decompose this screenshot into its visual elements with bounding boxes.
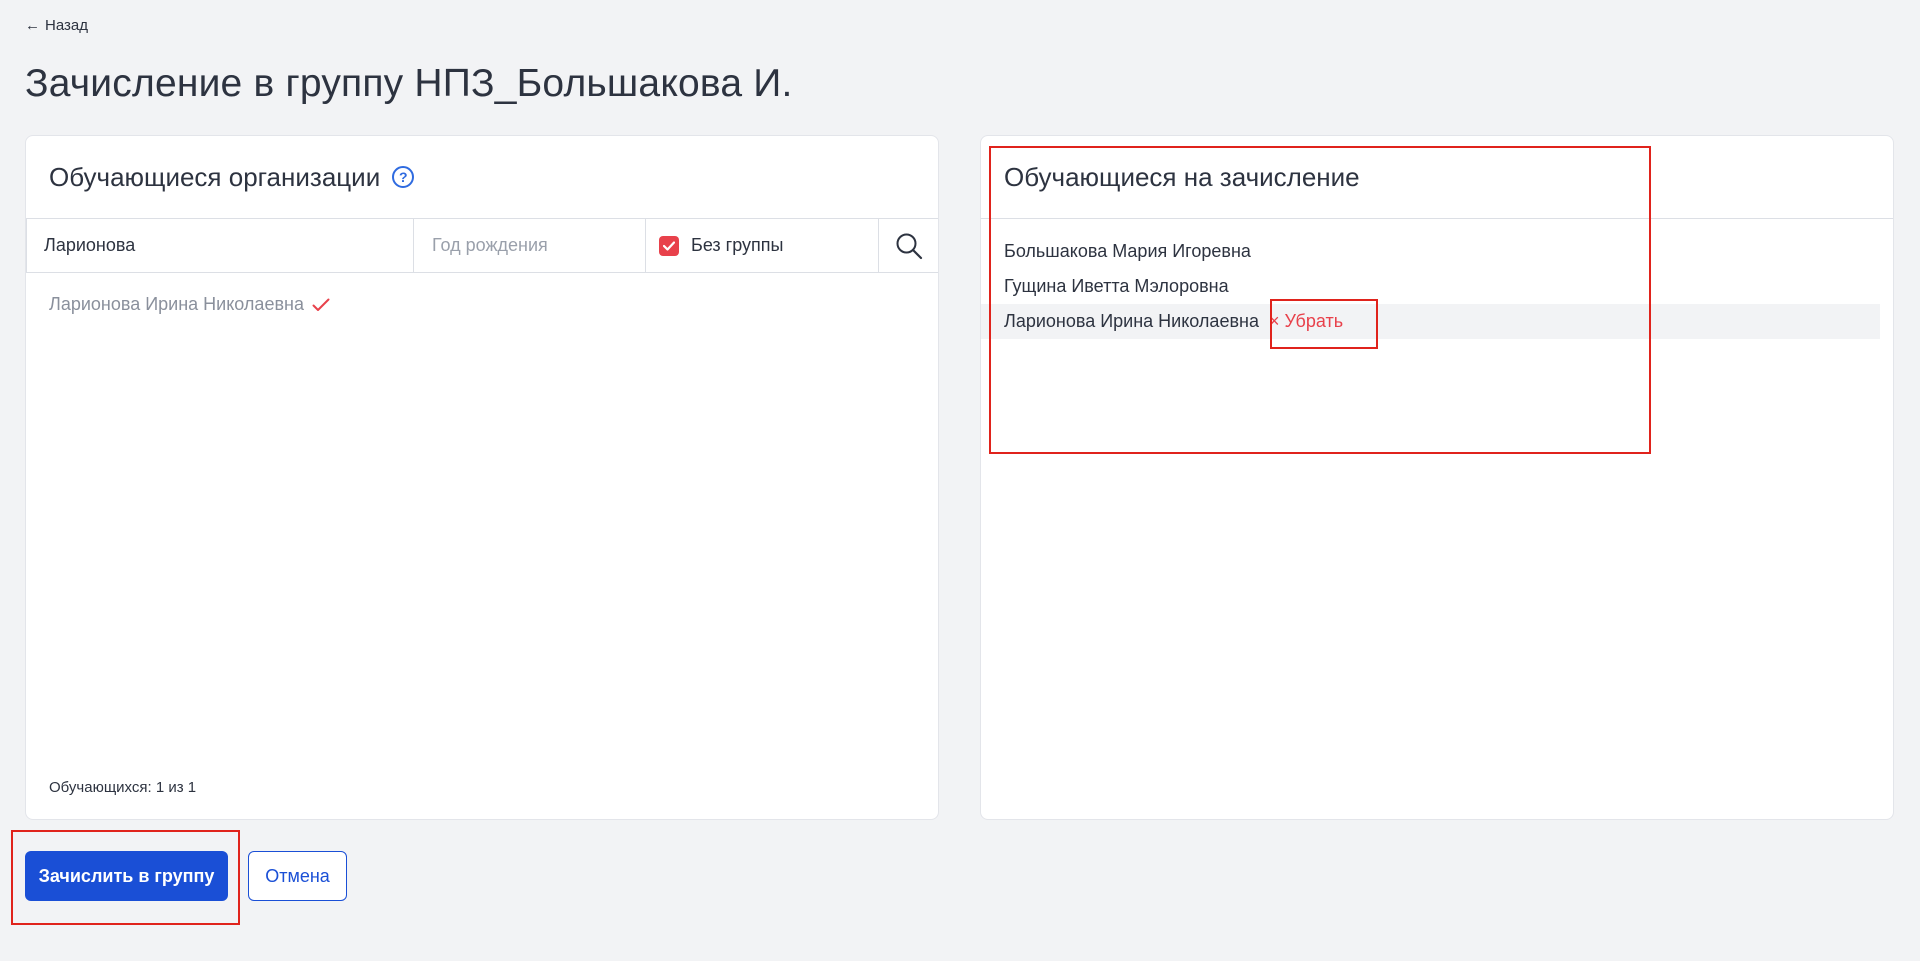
students-counter: Обучающихся: 1 из 1 (49, 779, 197, 796)
help-icon[interactable]: ? (392, 166, 415, 188)
list-item[interactable]: Ларионова Ирина Николаевна (49, 294, 330, 315)
student-name: Большакова Мария Игоревна (1004, 241, 1251, 261)
cancel-button[interactable]: Отмена (248, 851, 347, 901)
birth-year-input[interactable]: Год рождения (414, 219, 646, 272)
back-link[interactable]: ← Назад (25, 17, 88, 34)
list-item: Гущина Иветта Мэлоровна (981, 269, 1893, 304)
enrollment-title: Обучающиеся на зачисление (1004, 161, 1360, 192)
no-group-filter[interactable]: Без группы (646, 219, 879, 272)
student-name: Ларионова Ирина Николаевна (1004, 311, 1259, 331)
student-name: Гущина Иветта Мэлоровна (1004, 276, 1229, 296)
no-group-label: Без группы (691, 235, 784, 255)
result-name: Ларионова Ирина Николаевна (49, 294, 304, 314)
back-link-label: Назад (45, 17, 88, 34)
list-item: Большакова Мария Игоревна (981, 234, 1893, 269)
enrollment-header: Обучающиеся на зачисление (981, 136, 1893, 219)
arrow-left-icon: ← (25, 17, 40, 34)
selected-check-icon (312, 298, 330, 311)
list-item: Ларионова Ирина Николаевна × Убрать (981, 304, 1880, 339)
checkmark-icon (663, 240, 675, 251)
page-title: Зачисление в группу НПЗ_Большакова И. (25, 62, 793, 105)
enroll-button[interactable]: Зачислить в группу (25, 851, 228, 901)
students-org-header: Обучающиеся организации ? (26, 136, 938, 219)
search-button[interactable] (879, 219, 938, 272)
enrollment-panel: Обучающиеся на зачисление Большакова Мар… (980, 135, 1894, 820)
enrollment-list: Большакова Мария Игоревна Гущина Иветта … (981, 234, 1893, 339)
no-group-checkbox[interactable] (659, 235, 679, 256)
students-org-panel: Обучающиеся организации ? Ларионова Год … (25, 135, 939, 820)
search-icon (896, 233, 922, 259)
students-org-title: Обучающиеся организации (49, 161, 381, 192)
remove-button[interactable]: × Убрать (1269, 311, 1343, 332)
filter-row: Ларионова Год рождения Без группы (26, 219, 938, 273)
name-filter-input[interactable]: Ларионова (26, 219, 414, 272)
